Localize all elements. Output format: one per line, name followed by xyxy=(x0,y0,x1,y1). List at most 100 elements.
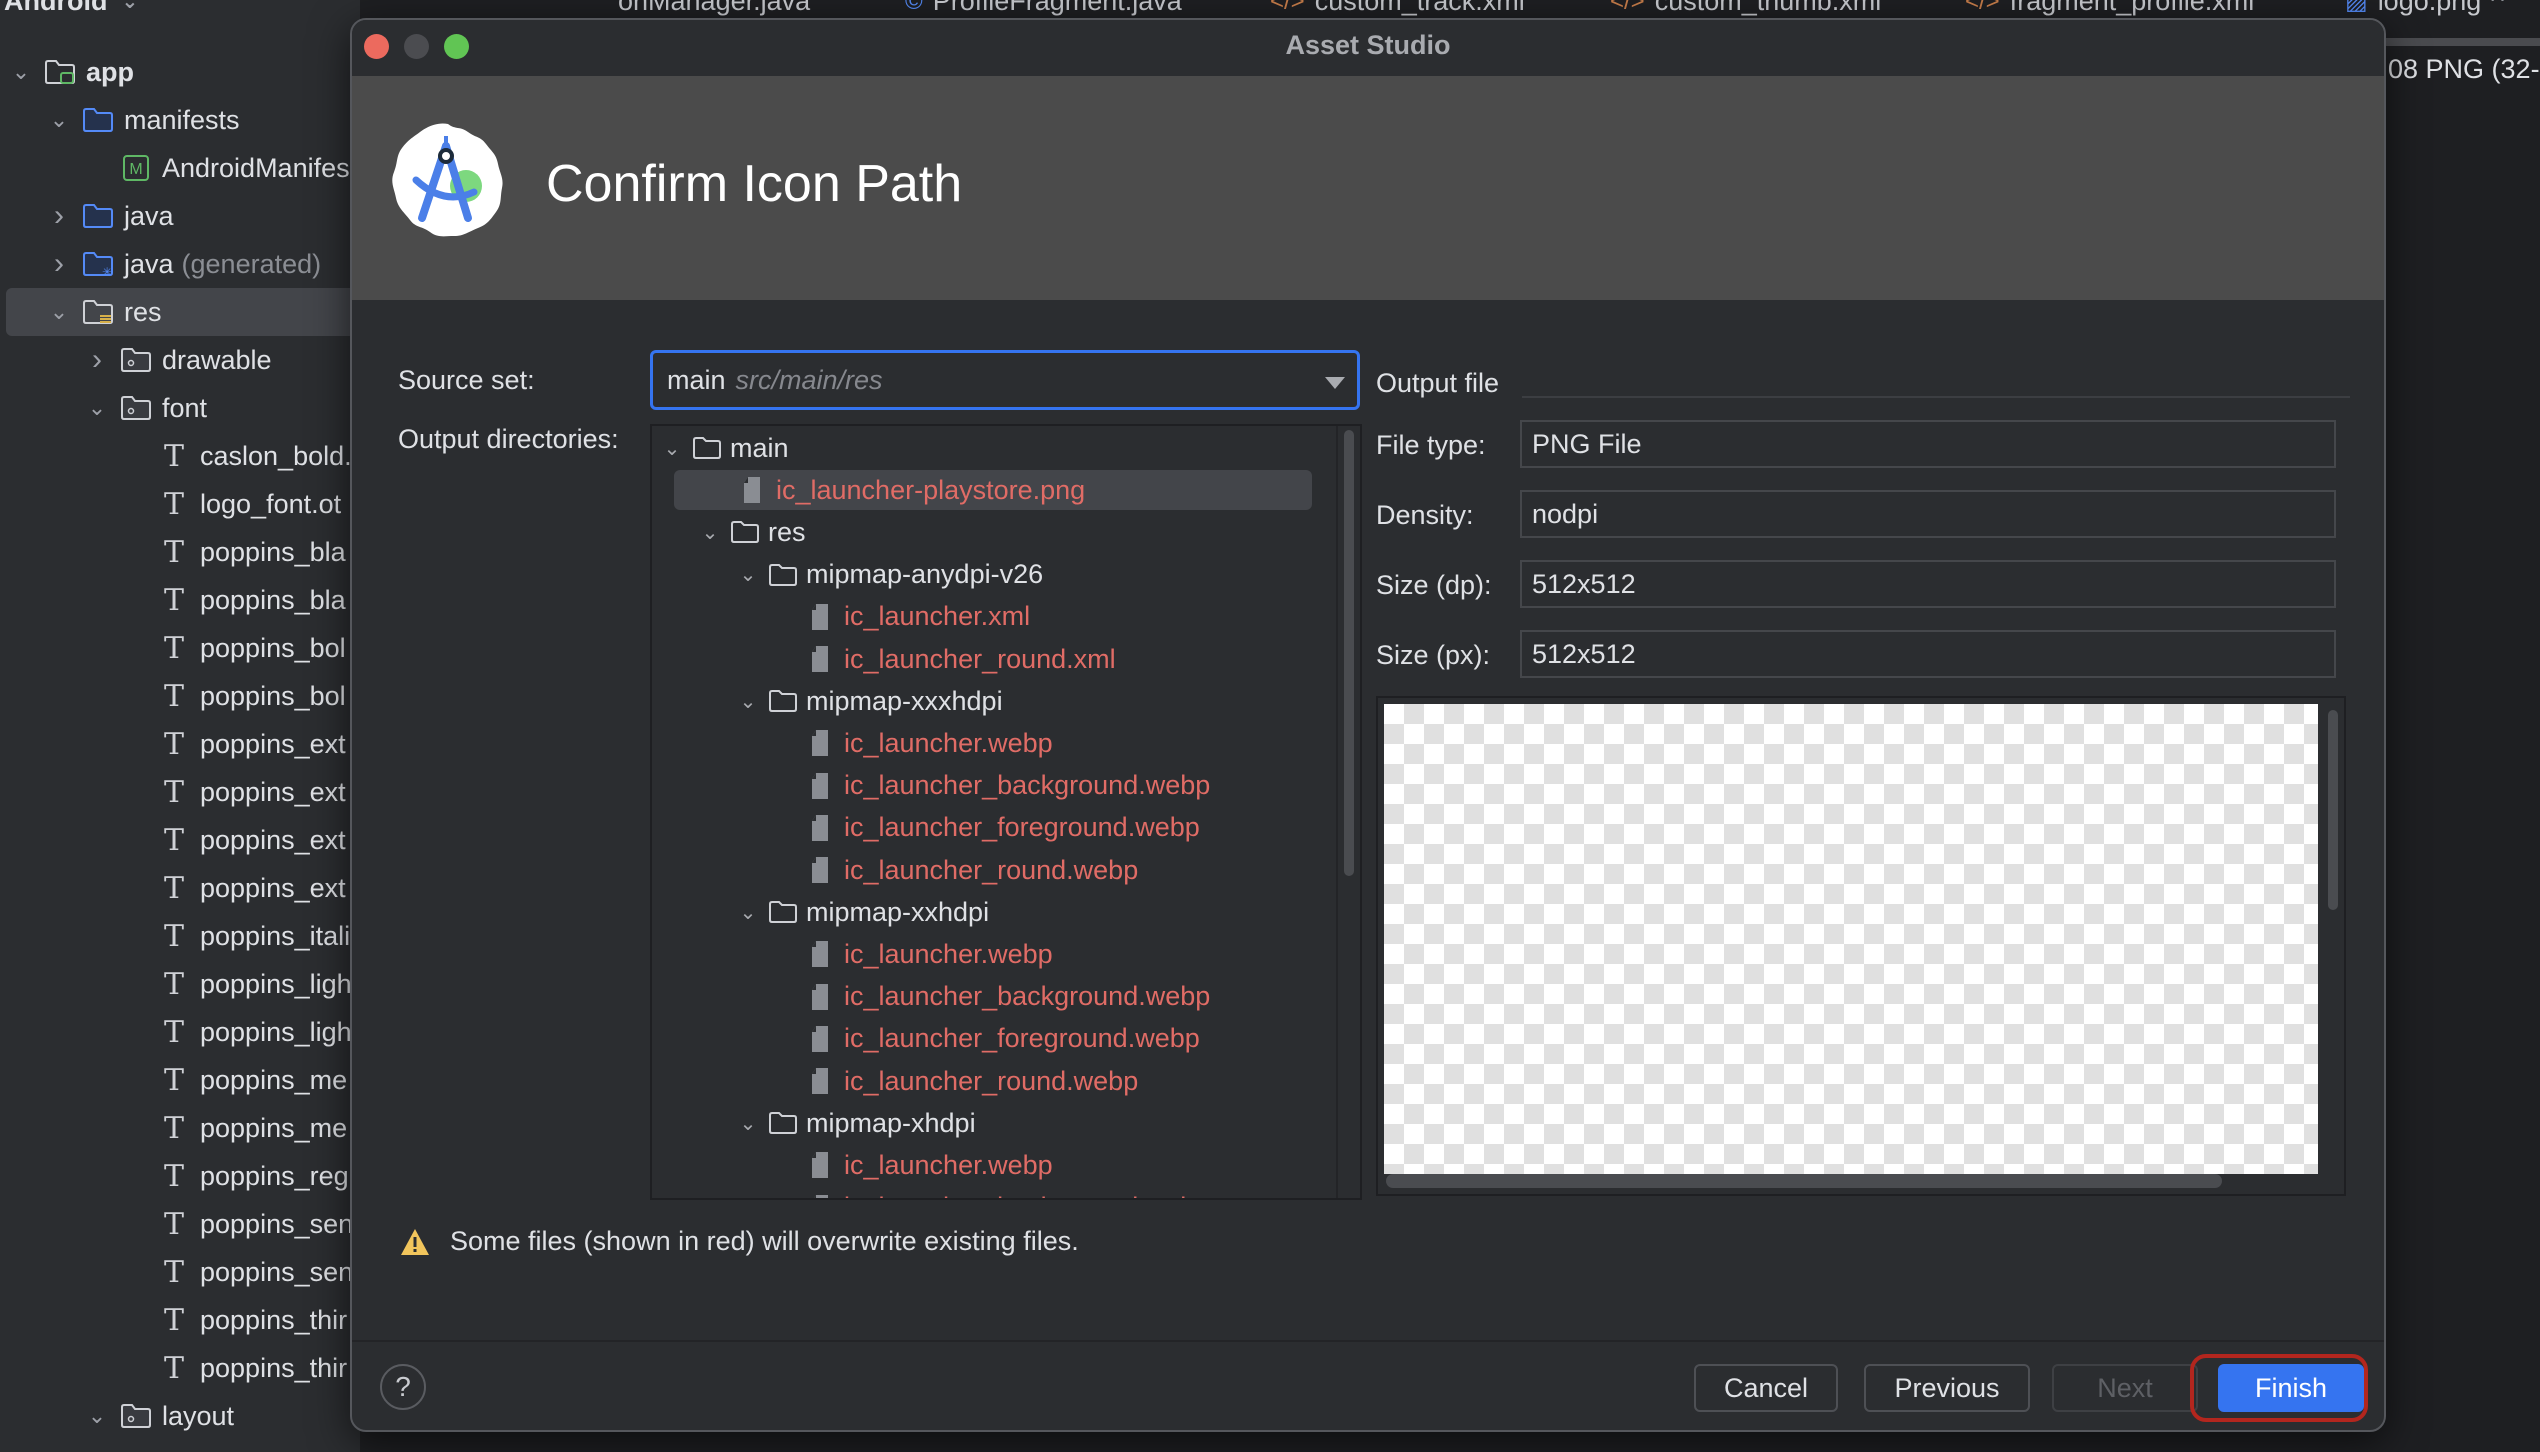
project-tree-item[interactable]: › drawable xyxy=(84,336,272,384)
project-tree-item[interactable]: ⌄ app xyxy=(8,48,134,96)
project-tree-item[interactable]: Tpoppins_thir xyxy=(122,1344,347,1392)
font-file-icon: T xyxy=(163,918,184,954)
project-tree-item[interactable]: Tpoppins_ext xyxy=(122,768,346,816)
folder-icon xyxy=(768,689,798,713)
project-tree-item[interactable]: ⌄ layout xyxy=(84,1392,234,1440)
output-file-row[interactable]: ic_launcher.xml xyxy=(774,597,1030,637)
output-file-row[interactable]: ic_launcher_foreground.webp xyxy=(774,1019,1200,1059)
output-file-heading: Output file xyxy=(1376,368,1500,398)
tree-item-label: poppins_sen xyxy=(200,1256,354,1287)
tree-item-label: layout xyxy=(162,1400,235,1431)
file-icon xyxy=(810,771,830,801)
project-tree-item[interactable]: Tpoppins_itali xyxy=(122,912,350,960)
output-file-row[interactable]: ic_launcher_background.webp xyxy=(774,977,1210,1017)
font-file-icon: T xyxy=(163,870,184,906)
tree-item-label: poppins_me xyxy=(200,1112,348,1143)
project-tree-item[interactable]: ⌄ manifests xyxy=(46,96,240,144)
chevron-down-icon[interactable]: ⌄ xyxy=(84,395,110,421)
output-file-row[interactable]: ic_launcher_round.webp xyxy=(774,1061,1138,1101)
chevron-down-icon[interactable]: ⌄ xyxy=(84,1403,110,1429)
project-tree-item[interactable]: Tcaslon_bold. xyxy=(122,432,352,480)
project-tree-item[interactable]: Tpoppins_me xyxy=(122,1104,347,1152)
project-tree-item[interactable]: Tpoppins_bla xyxy=(122,528,346,576)
project-tree-item[interactable]: Tpoppins_bol xyxy=(122,672,346,720)
output-file-row[interactable]: ic_launcher.webp xyxy=(774,723,1053,763)
output-file-row[interactable]: ic_launcher_background.webp xyxy=(774,1188,1210,1198)
close-tab-icon[interactable]: ^ xyxy=(2491,0,2504,17)
output-file-row[interactable]: ic_launcher-playstore.png xyxy=(674,470,1312,511)
project-tree-item[interactable]: Tpoppins_bol xyxy=(122,624,346,672)
output-folder-row[interactable]: ⌄ mipmap-anydpi-v26 xyxy=(736,555,1044,595)
output-file-row[interactable]: ic_launcher.webp xyxy=(774,934,1053,974)
editor-tab[interactable]: onManager.java xyxy=(618,0,810,17)
editor-tab[interactable]: </> custom_thumb.xml xyxy=(1610,0,1881,17)
output-folder-row[interactable]: ⌄ mipmap-xhdpi xyxy=(736,1103,976,1143)
editor-tab[interactable]: </> fragment_profile.xml xyxy=(1965,0,2254,17)
output-file-row[interactable]: ic_launcher_background.webp xyxy=(774,766,1210,806)
class-icon: © xyxy=(905,0,923,15)
project-tree-item[interactable]: › java xyxy=(46,192,174,240)
project-tree-item[interactable]: Tpoppins_bla xyxy=(122,576,346,624)
vertical-scrollbar[interactable] xyxy=(1344,430,1354,876)
chevron-down-icon[interactable]: ⌄ xyxy=(8,59,34,85)
project-tree-item[interactable]: Tpoppins_ext xyxy=(122,864,346,912)
output-file-row[interactable]: ic_launcher_round.xml xyxy=(774,639,1116,679)
project-tree-item[interactable]: Tpoppins_thir xyxy=(122,1296,347,1344)
help-button[interactable]: ? xyxy=(380,1364,426,1410)
output-folder-row[interactable]: ⌄ main xyxy=(660,428,789,468)
project-tree-item[interactable]: Tlogo_font.ot xyxy=(122,480,341,528)
font-file-icon: T xyxy=(163,774,184,810)
chevron-right-icon[interactable]: › xyxy=(46,247,72,281)
output-path-label: mipmap-xxxhdpi xyxy=(806,685,1003,716)
project-tree-item[interactable]: ⌄ res xyxy=(6,288,360,336)
project-tree-item[interactable]: › ✳ java (generated) xyxy=(46,240,321,288)
previous-button[interactable]: Previous xyxy=(1864,1364,2030,1412)
editor-tab-active[interactable]: ▨ logo.png ^ xyxy=(2345,0,2504,17)
preview-vertical-scrollbar[interactable] xyxy=(2328,710,2338,910)
cancel-button[interactable]: Cancel xyxy=(1694,1364,1838,1412)
project-tree-item[interactable]: Tpoppins_ligh xyxy=(122,960,352,1008)
project-tree-item[interactable]: Tpoppins_sen xyxy=(122,1200,353,1248)
chevron-down-icon[interactable]: ⌄ xyxy=(736,900,760,925)
output-file-row[interactable]: ic_launcher_round.webp xyxy=(774,850,1138,890)
project-view-selector[interactable]: Android ⌄ xyxy=(4,0,138,17)
project-tree-item[interactable]: Tpoppins_sen xyxy=(122,1248,353,1296)
output-folder-row[interactable]: ⌄ mipmap-xxhdpi xyxy=(736,892,989,932)
section-divider xyxy=(1522,396,2350,398)
project-tree-item[interactable]: Tpoppins_reg xyxy=(122,1152,349,1200)
dialog-titlebar[interactable]: Asset Studio xyxy=(352,20,2384,76)
editor-tab[interactable]: </> custom_track.xml xyxy=(1270,0,1525,17)
chevron-down-icon[interactable]: ⌄ xyxy=(736,689,760,714)
project-tree-item[interactable]: Tpoppins_ligh xyxy=(122,1008,352,1056)
chevron-down-icon[interactable]: ⌄ xyxy=(736,1111,760,1136)
svg-text:M: M xyxy=(129,161,142,178)
font-file-icon: T xyxy=(163,1206,184,1242)
chevron-down-icon[interactable]: ⌄ xyxy=(46,299,72,325)
chevron-right-icon[interactable]: › xyxy=(84,343,110,377)
output-folder-row[interactable]: ⌄ res xyxy=(698,512,806,552)
project-tree-item[interactable]: ⌄ font xyxy=(84,384,207,432)
tab-label: onManager.java xyxy=(618,0,811,16)
tab-label: custom_track.xml xyxy=(1314,0,1525,16)
project-tree-item[interactable]: Tpoppins_ext xyxy=(122,816,346,864)
source-set-dropdown[interactable]: main src/main/res xyxy=(650,350,1360,410)
chevron-down-icon[interactable]: ⌄ xyxy=(46,107,72,133)
chevron-down-icon[interactable]: ⌄ xyxy=(660,436,684,461)
chevron-right-icon[interactable]: › xyxy=(46,199,72,233)
output-file-row[interactable]: ic_launcher_foreground.webp xyxy=(774,808,1200,848)
folder-icon xyxy=(692,436,722,460)
tree-item-label: poppins_sen xyxy=(200,1208,354,1239)
finish-button[interactable]: Finish xyxy=(2218,1364,2364,1412)
editor-tab[interactable]: © ProfileFragment.java xyxy=(905,0,1182,17)
project-tree-item[interactable]: Tpoppins_me xyxy=(122,1056,347,1104)
chevron-down-icon[interactable]: ⌄ xyxy=(698,520,722,545)
android-studio-logo-icon xyxy=(392,123,503,237)
output-folder-row[interactable]: ⌄ mipmap-xxxhdpi xyxy=(736,681,1003,721)
density-field: nodpi xyxy=(1520,490,2336,538)
chevron-down-icon[interactable]: ⌄ xyxy=(736,562,760,587)
output-file-row[interactable]: ic_launcher.webp xyxy=(774,1145,1053,1185)
project-tree-item[interactable]: M AndroidManifest.xml xyxy=(84,144,360,192)
preview-horizontal-scrollbar[interactable] xyxy=(1386,1174,2222,1188)
project-tree-item[interactable]: Tpoppins_ext xyxy=(122,720,346,768)
output-directories-tree[interactable]: ⌄ main ic_launcher-playstore.png ⌄ res ⌄ mipma… xyxy=(650,424,1362,1200)
